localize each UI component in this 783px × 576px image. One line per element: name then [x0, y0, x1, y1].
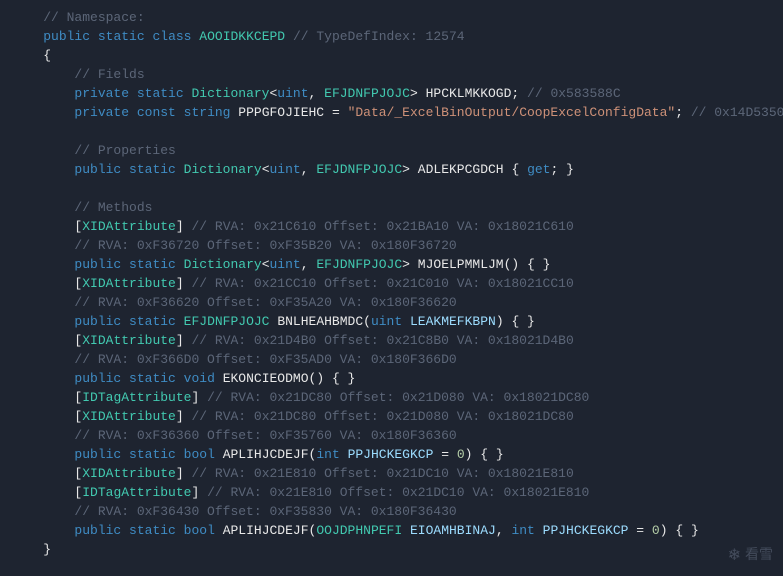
class-name: AOOIDKKCEPD [199, 29, 285, 44]
code-line: { [12, 46, 771, 65]
code-line: [IDTagAttribute] // RVA: 0x21DC80 Offset… [12, 388, 771, 407]
code-line: // Properties [12, 141, 771, 160]
code-line: private static Dictionary<uint, EFJDNFPJ… [12, 84, 771, 103]
code-editor[interactable]: // Namespace: public static class AOOIDK… [12, 8, 771, 559]
attribute: IDTagAttribute [82, 485, 191, 500]
code-line [12, 179, 771, 198]
attribute: IDTagAttribute [82, 390, 191, 405]
code-line: // RVA: 0xF36620 Offset: 0xF35A20 VA: 0x… [12, 293, 771, 312]
code-line: // RVA: 0xF36720 Offset: 0xF35B20 VA: 0x… [12, 236, 771, 255]
code-line: public static Dictionary<uint, EFJDNFPJO… [12, 255, 771, 274]
code-line: // Methods [12, 198, 771, 217]
code-line: private const string PPPGFOJIEHC = "Data… [12, 103, 771, 122]
code-line: // Namespace: [12, 8, 771, 27]
code-line: public static class AOOIDKKCEPD // TypeD… [12, 27, 771, 46]
field-name: HPCKLMKKOGD [426, 86, 512, 101]
attribute: XIDAttribute [82, 219, 176, 234]
code-line: public static Dictionary<uint, EFJDNFPJO… [12, 160, 771, 179]
code-line: [XIDAttribute] // RVA: 0x21CC10 Offset: … [12, 274, 771, 293]
method-name: APLIHJCDEJF [223, 447, 309, 462]
string-literal: "Data/_ExcelBinOutput/CoopExcelConfigDat… [348, 105, 676, 120]
code-line: public static bool APLIHJCDEJF(OOJDPHNPE… [12, 521, 771, 540]
comment: // Namespace: [43, 10, 144, 25]
attribute: XIDAttribute [82, 333, 176, 348]
code-line: public static bool APLIHJCDEJF(int PPJHC… [12, 445, 771, 464]
code-line: [XIDAttribute] // RVA: 0x21DC80 Offset: … [12, 407, 771, 426]
code-line: public static void EKONCIEODMO() { } [12, 369, 771, 388]
code-line: // RVA: 0xF36360 Offset: 0xF35760 VA: 0x… [12, 426, 771, 445]
method-name: EKONCIEODMO [223, 371, 309, 386]
code-line: // RVA: 0xF366D0 Offset: 0xF35AD0 VA: 0x… [12, 350, 771, 369]
property-name: ADLEKPCGDCH [418, 162, 504, 177]
attribute: XIDAttribute [82, 466, 176, 481]
method-name: BNLHEAHBMDC [277, 314, 363, 329]
code-line: [XIDAttribute] // RVA: 0x21E810 Offset: … [12, 464, 771, 483]
code-line: [XIDAttribute] // RVA: 0x21C610 Offset: … [12, 217, 771, 236]
field-name: PPPGFOJIEHC [238, 105, 324, 120]
code-line: // RVA: 0xF36430 Offset: 0xF35830 VA: 0x… [12, 502, 771, 521]
code-line [12, 122, 771, 141]
snowflake-icon: ❄ [728, 547, 741, 566]
code-line: // Fields [12, 65, 771, 84]
watermark: ❄ 看雪 [728, 547, 773, 566]
code-line: public static EFJDNFPJOJC BNLHEAHBMDC(ui… [12, 312, 771, 331]
attribute: XIDAttribute [82, 276, 176, 291]
code-line: [IDTagAttribute] // RVA: 0x21E810 Offset… [12, 483, 771, 502]
method-name: MJOELPMMLJM [418, 257, 504, 272]
code-line: [XIDAttribute] // RVA: 0x21D4B0 Offset: … [12, 331, 771, 350]
watermark-text: 看雪 [745, 547, 773, 566]
attribute: XIDAttribute [82, 409, 176, 424]
method-name: APLIHJCDEJF [223, 523, 309, 538]
code-line: } [12, 540, 771, 559]
